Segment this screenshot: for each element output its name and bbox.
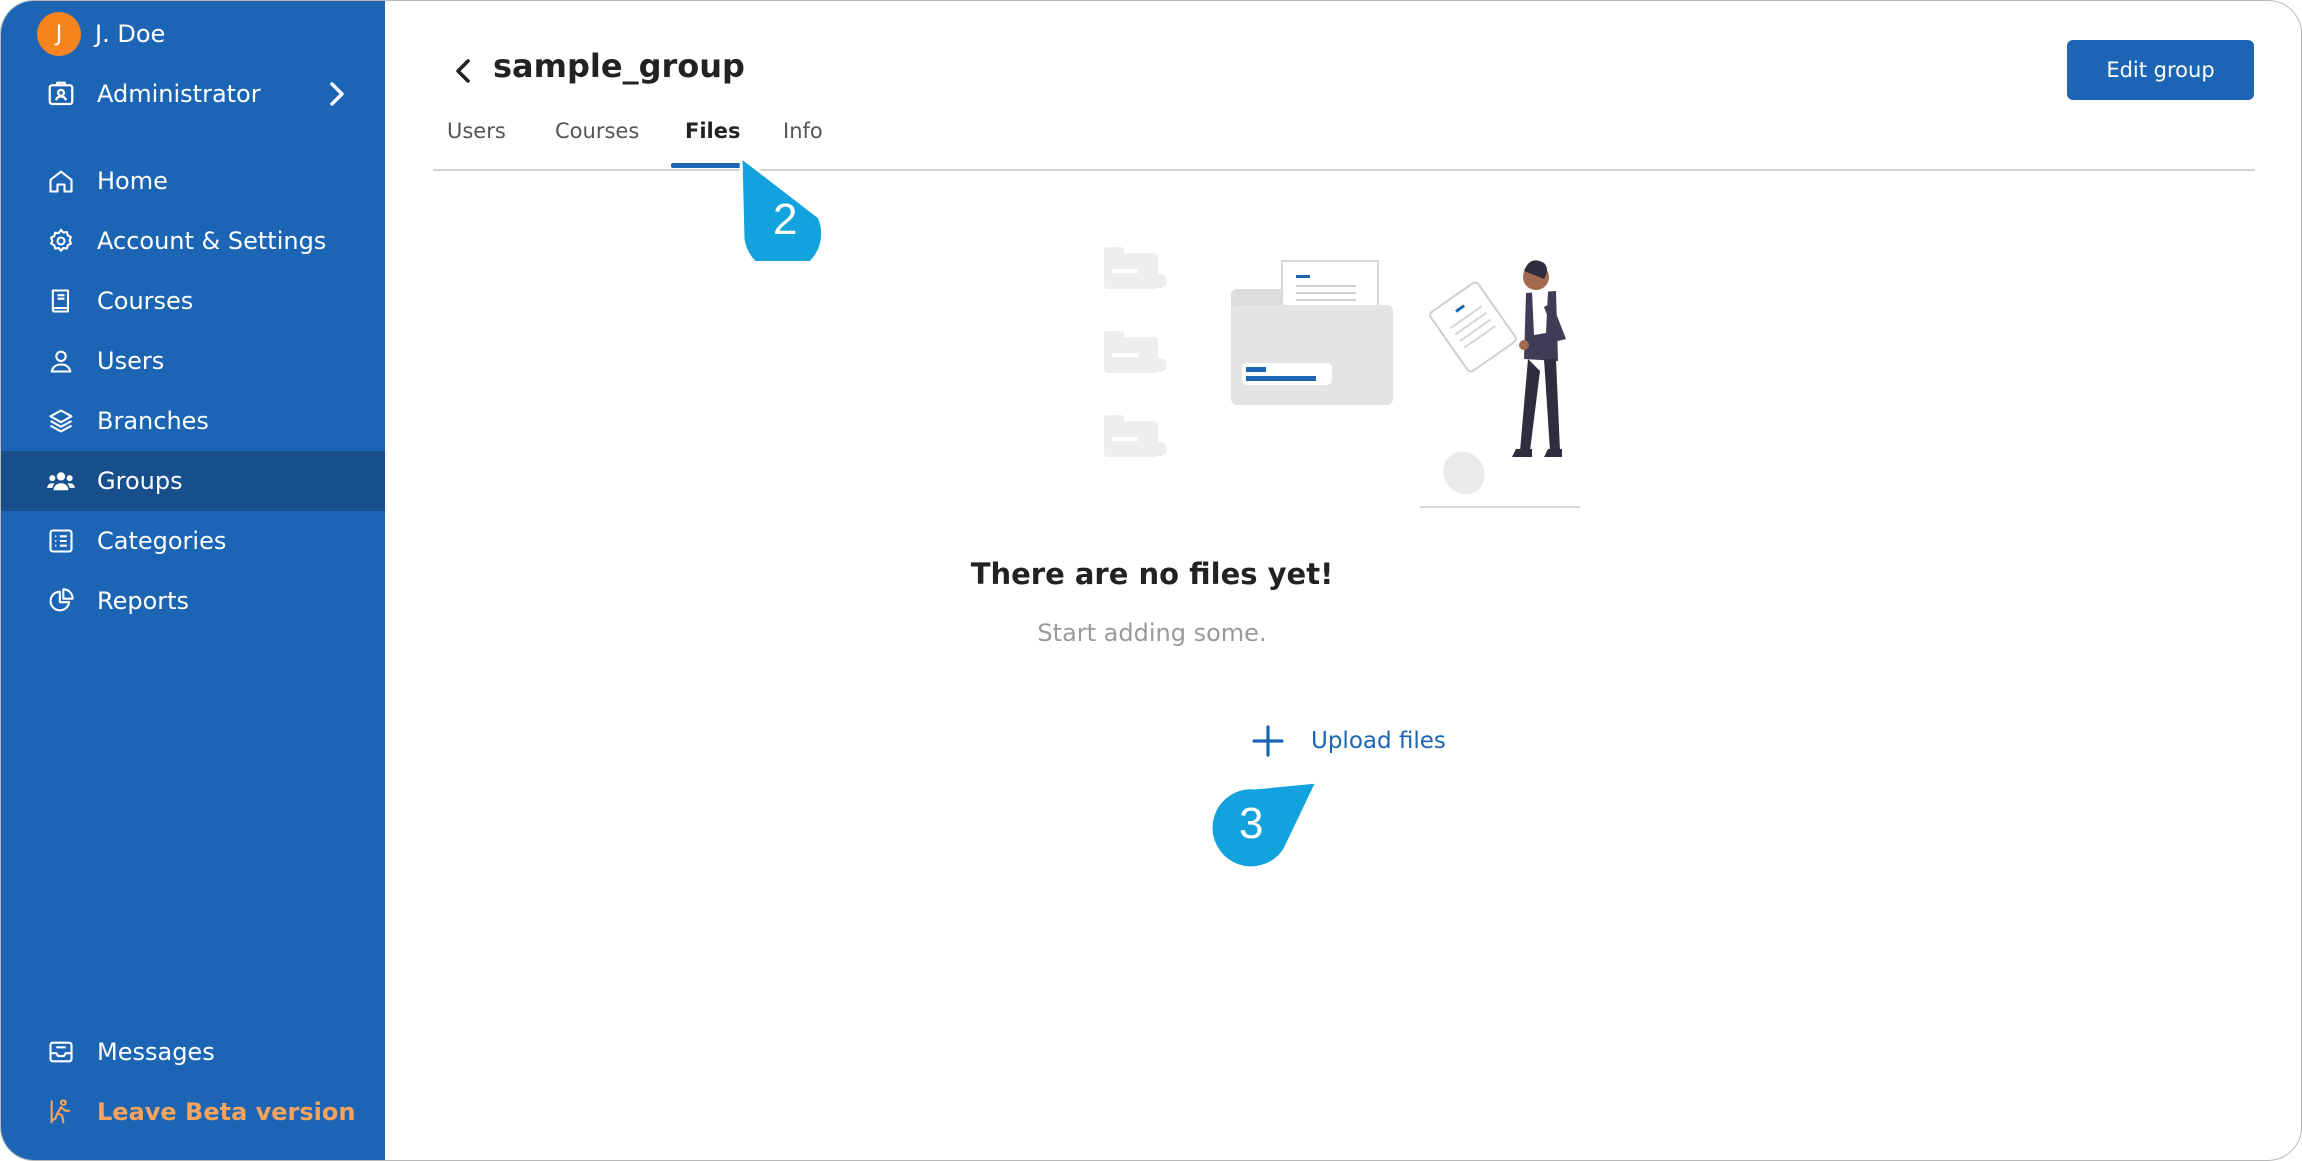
app-window: J J. Doe Administrator Home Account & Se… — [0, 0, 2302, 1161]
sidebar-item-account-settings[interactable]: Account & Settings — [1, 211, 385, 271]
sidebar-item-label: Users — [97, 347, 165, 375]
gear-icon — [45, 225, 77, 257]
users-group-icon — [45, 465, 77, 497]
leave-beta-link[interactable]: Leave Beta version — [1, 1082, 385, 1142]
empty-state-subtitle: Start adding some. — [1037, 619, 1267, 647]
back-arrow-icon[interactable] — [449, 53, 477, 89]
id-badge-icon — [45, 78, 77, 110]
avatar[interactable]: J — [37, 12, 81, 56]
sidebar-item-groups[interactable]: Groups — [1, 451, 385, 511]
sidebar-item-label: Account & Settings — [97, 227, 327, 255]
inbox-icon — [45, 1036, 77, 1068]
chevron-right-icon[interactable] — [323, 78, 351, 110]
user-name: J. Doe — [95, 20, 166, 48]
sidebar-item-messages[interactable]: Messages — [1, 1022, 385, 1082]
sidebar-item-label: Leave Beta version — [97, 1098, 356, 1126]
sidebar-item-label: Branches — [97, 407, 209, 435]
layers-icon — [45, 405, 77, 437]
sidebar-item-label: Groups — [97, 467, 183, 495]
edit-group-button[interactable]: Edit group — [2067, 40, 2254, 100]
role-label: Administrator — [97, 80, 261, 108]
plus-icon — [1251, 724, 1285, 758]
list-icon — [45, 525, 77, 557]
sidebar-item-label: Home — [97, 167, 168, 195]
exit-run-icon — [45, 1096, 77, 1128]
sidebar-item-courses[interactable]: Courses — [1, 271, 385, 331]
sidebar-item-label: Courses — [97, 287, 194, 315]
sidebar-item-label: Reports — [97, 587, 190, 615]
tab-courses[interactable]: Courses — [555, 113, 639, 167]
empty-state-title: There are no files yet! — [970, 557, 1334, 591]
role-switcher[interactable]: Administrator — [1, 69, 385, 119]
step-callout-3: 3 — [1209, 777, 1329, 873]
sidebar-item-branches[interactable]: Branches — [1, 391, 385, 451]
callout-number: 2 — [773, 195, 798, 244]
tab-users[interactable]: Users — [447, 113, 506, 167]
page-title: sample_group — [493, 47, 745, 85]
active-tab-indicator — [671, 163, 743, 168]
sidebar-item-label: Messages — [97, 1038, 215, 1066]
upload-files-label: Upload files — [1311, 728, 1446, 754]
book-icon — [45, 285, 77, 317]
user-profile[interactable]: J J. Doe — [37, 11, 165, 57]
user-icon — [45, 345, 77, 377]
step-callout-2: 2 — [737, 151, 837, 276]
sidebar-item-users[interactable]: Users — [1, 331, 385, 391]
sidebar-item-label: Categories — [97, 527, 227, 555]
callout-number: 3 — [1239, 799, 1264, 848]
empty-files-illustration — [1096, 241, 1586, 521]
home-icon — [45, 165, 77, 197]
tab-files[interactable]: Files — [685, 113, 740, 167]
upload-files-button[interactable]: Upload files — [1251, 721, 1446, 761]
sidebar-item-home[interactable]: Home — [1, 151, 385, 211]
